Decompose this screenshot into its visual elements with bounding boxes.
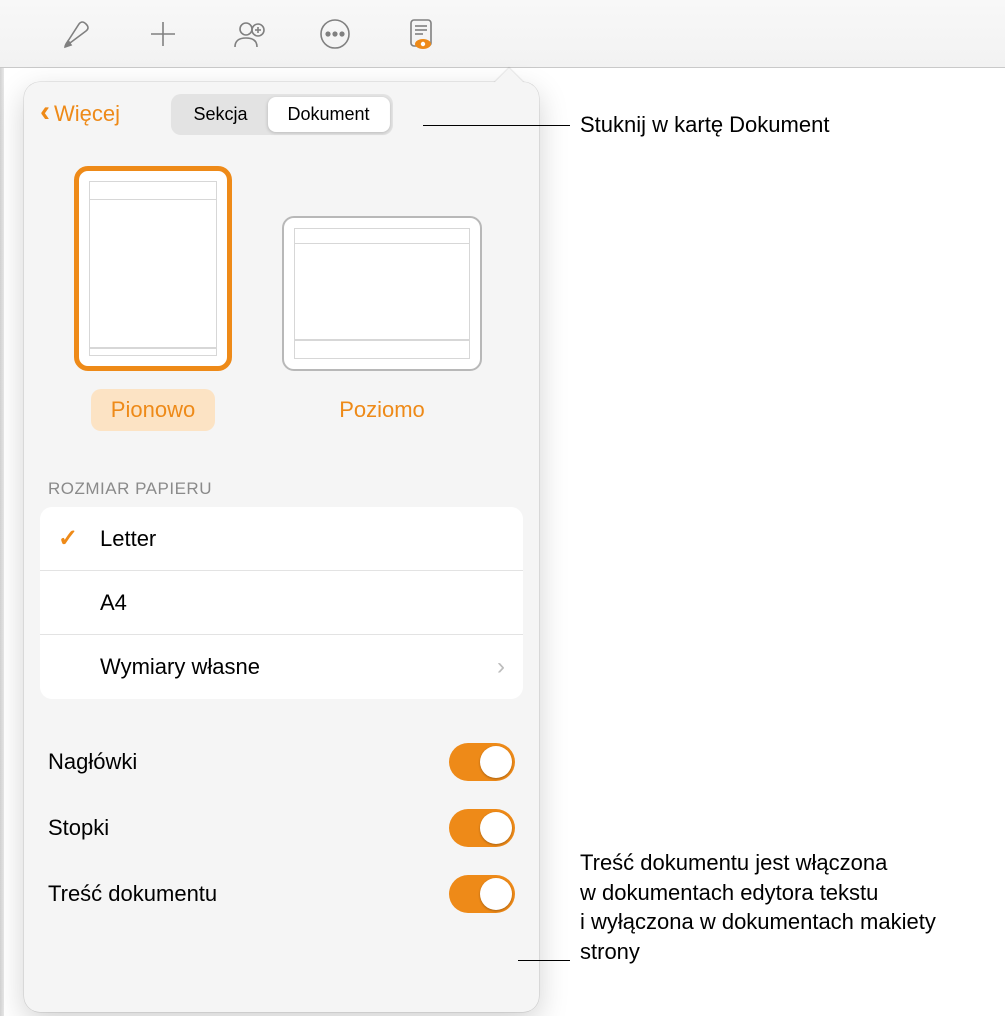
window-edge: [0, 68, 4, 1016]
tab-section[interactable]: Sekcja: [173, 97, 267, 132]
toggle-label: Nagłówki: [48, 749, 137, 775]
format-brush-icon[interactable]: [55, 12, 99, 56]
toolbar: [0, 0, 1005, 68]
orientation-landscape[interactable]: Poziomo: [282, 216, 482, 431]
callout-line: [423, 125, 570, 126]
landscape-label: Poziomo: [319, 389, 445, 431]
tab-document[interactable]: Dokument: [267, 97, 389, 132]
checkmark-icon: ✓: [58, 524, 100, 553]
toggle-label: Stopki: [48, 815, 109, 841]
landscape-thumbnail: [282, 216, 482, 371]
toggle-label: Treść dokumentu: [48, 881, 217, 907]
toggle-row-body: Treść dokumentu: [48, 861, 515, 927]
row-label: A4: [100, 590, 505, 616]
paper-size-custom[interactable]: Wymiary własne ›: [40, 635, 523, 699]
section-document-tabs: Sekcja Dokument: [170, 94, 392, 135]
row-label: Wymiary własne: [100, 654, 497, 680]
document-preview-icon[interactable]: [399, 12, 443, 56]
chevron-left-icon: ‹: [40, 97, 50, 127]
toggle-row-footers: Stopki: [48, 795, 515, 861]
chevron-right-icon: ›: [497, 653, 505, 681]
document-options-popover: ‹ Więcej Sekcja Dokument Pionowo Poziomo…: [24, 82, 539, 1012]
switch-headers[interactable]: [449, 743, 515, 781]
paper-size-list: ✓ Letter A4 Wymiary własne ›: [40, 507, 523, 699]
back-label: Więcej: [54, 101, 120, 127]
paper-size-header: ROZMIAR PAPIERU: [24, 439, 539, 507]
portrait-thumbnail: [74, 166, 232, 371]
back-button[interactable]: ‹ Więcej: [40, 99, 120, 129]
switch-footers[interactable]: [449, 809, 515, 847]
callout-line: [518, 960, 570, 961]
document-toggles: Nagłówki Stopki Treść dokumentu: [24, 699, 539, 927]
person-add-icon[interactable]: [227, 12, 271, 56]
orientation-portrait[interactable]: Pionowo: [74, 166, 232, 431]
portrait-label: Pionowo: [91, 389, 215, 431]
more-circle-icon[interactable]: [313, 12, 357, 56]
toggle-row-headers: Nagłówki: [48, 729, 515, 795]
row-label: Letter: [100, 526, 505, 552]
orientation-picker: Pionowo Poziomo: [24, 146, 539, 439]
paper-size-a4[interactable]: A4: [40, 571, 523, 635]
plus-icon[interactable]: [141, 12, 185, 56]
paper-size-letter[interactable]: ✓ Letter: [40, 507, 523, 571]
popover-header: ‹ Więcej Sekcja Dokument: [24, 82, 539, 146]
callout-tap-document: Stuknij w kartę Dokument: [580, 110, 829, 140]
callout-body-text: Treść dokumentu jest włączona w dokument…: [580, 848, 990, 967]
popover-arrow: [494, 68, 524, 83]
switch-body[interactable]: [449, 875, 515, 913]
